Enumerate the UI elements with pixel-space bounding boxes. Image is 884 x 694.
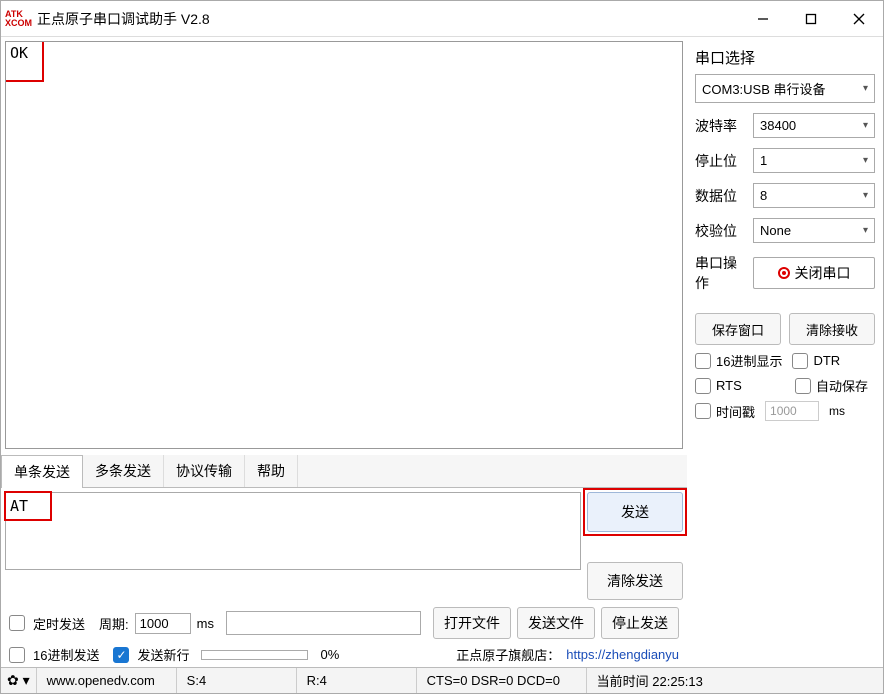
tab-protocol[interactable]: 协议传输 — [164, 455, 245, 487]
settings-icon[interactable]: ✿ ▾ — [1, 668, 37, 693]
record-icon — [778, 267, 790, 279]
period-ms-label: ms — [197, 616, 214, 631]
current-time: 当前时间 22:25:13 — [587, 668, 883, 693]
send-progress — [201, 650, 308, 660]
chevron-down-icon: ▾ — [863, 225, 868, 236]
tab-help[interactable]: 帮助 — [245, 455, 298, 487]
data-select[interactable]: 8▾ — [753, 183, 875, 208]
open-file-button[interactable]: 打开文件 — [433, 607, 511, 639]
send-tabs: 单条发送 多条发送 协议传输 帮助 — [1, 455, 687, 488]
parity-value: None — [760, 223, 791, 238]
autosave-label: 自动保存 — [816, 376, 868, 395]
baud-label: 波特率 — [695, 116, 747, 136]
stop-value: 1 — [760, 153, 767, 168]
chevron-down-icon: ▾ — [863, 155, 868, 166]
close-port-label: 关闭串口 — [795, 263, 851, 283]
send-textarea[interactable] — [5, 492, 581, 570]
autosave-checkbox[interactable] — [795, 378, 811, 394]
data-label: 数据位 — [695, 186, 747, 206]
close-port-button[interactable]: 关闭串口 — [753, 257, 875, 289]
recv-bytes: R:4 — [297, 668, 417, 693]
send-newline-label: 发送新行 — [137, 645, 189, 664]
titlebar: ATK XCOM 正点原子串口调试助手 V2.8 — [1, 1, 883, 37]
file-path-input[interactable] — [226, 611, 421, 635]
sent-bytes: S:4 — [177, 668, 297, 693]
shop-link[interactable]: https://zhengdianyu — [566, 647, 679, 662]
port-select-title: 串口选择 — [695, 47, 875, 68]
hex-send-label: 16进制发送 — [33, 645, 99, 664]
close-button[interactable] — [835, 1, 883, 37]
hex-display-label: 16进制显示 — [716, 351, 782, 370]
rts-label: RTS — [716, 378, 742, 393]
timestamp-checkbox[interactable] — [695, 403, 711, 419]
status-bar: ✿ ▾ www.openedv.com S:4 R:4 CTS=0 DSR=0 … — [1, 667, 883, 693]
baud-select[interactable]: 38400 ▾ — [753, 113, 875, 138]
chevron-down-icon: ▾ — [863, 120, 868, 131]
app-logo: ATK XCOM — [5, 7, 33, 31]
hex-send-checkbox[interactable] — [9, 647, 25, 663]
port-value: COM3:USB 串行设备 — [702, 79, 826, 98]
baud-value: 38400 — [760, 118, 796, 133]
dtr-label: DTR — [813, 353, 840, 368]
period-label: 周期: — [99, 614, 129, 633]
progress-pct: 0% — [320, 647, 339, 662]
rts-checkbox[interactable] — [695, 378, 711, 394]
stop-send-button[interactable]: 停止发送 — [601, 607, 679, 639]
clear-receive-button[interactable]: 清除接收 — [789, 313, 875, 345]
tab-single-send[interactable]: 单条发送 — [1, 455, 83, 488]
timestamp-ms-label: ms — [829, 404, 845, 418]
url-cell[interactable]: www.openedv.com — [37, 668, 177, 693]
send-newline-checkbox[interactable]: ✓ — [113, 647, 129, 663]
timed-send-label: 定时发送 — [33, 614, 85, 633]
stop-select[interactable]: 1▾ — [753, 148, 875, 173]
save-window-button[interactable]: 保存窗口 — [695, 313, 781, 345]
window-title: 正点原子串口调试助手 V2.8 — [37, 9, 739, 29]
minimize-button[interactable] — [739, 1, 787, 37]
data-value: 8 — [760, 188, 767, 203]
chevron-down-icon: ▾ — [863, 83, 868, 94]
shop-label: 正点原子旗舰店： — [456, 645, 560, 664]
highlight-send-btn — [583, 488, 687, 536]
timestamp-interval-input[interactable] — [765, 401, 819, 421]
parity-select[interactable]: None ▾ — [753, 218, 875, 243]
dtr-checkbox[interactable] — [792, 353, 808, 369]
timed-send-checkbox[interactable] — [9, 615, 25, 631]
send-file-button[interactable]: 发送文件 — [517, 607, 595, 639]
highlight-rx — [5, 41, 44, 82]
port-select[interactable]: COM3:USB 串行设备 ▾ — [695, 74, 875, 103]
period-input[interactable] — [135, 613, 191, 634]
stop-label: 停止位 — [695, 151, 747, 171]
highlight-tx — [4, 491, 52, 521]
parity-label: 校验位 — [695, 221, 747, 241]
tab-multi-send[interactable]: 多条发送 — [83, 455, 164, 487]
modem-status: CTS=0 DSR=0 DCD=0 — [417, 668, 587, 693]
clear-send-button[interactable]: 清除发送 — [587, 562, 683, 600]
timestamp-label: 时间戳 — [716, 402, 755, 421]
receive-textarea[interactable]: OK — [5, 41, 683, 449]
serial-settings-panel: 串口选择 COM3:USB 串行设备▾ 波特率 38400▾ 停止位 1▾ 数据… — [687, 37, 883, 667]
chevron-down-icon: ▾ — [863, 190, 868, 201]
hex-display-checkbox[interactable] — [695, 353, 711, 369]
op-label: 串口操作 — [695, 253, 747, 293]
maximize-button[interactable] — [787, 1, 835, 37]
